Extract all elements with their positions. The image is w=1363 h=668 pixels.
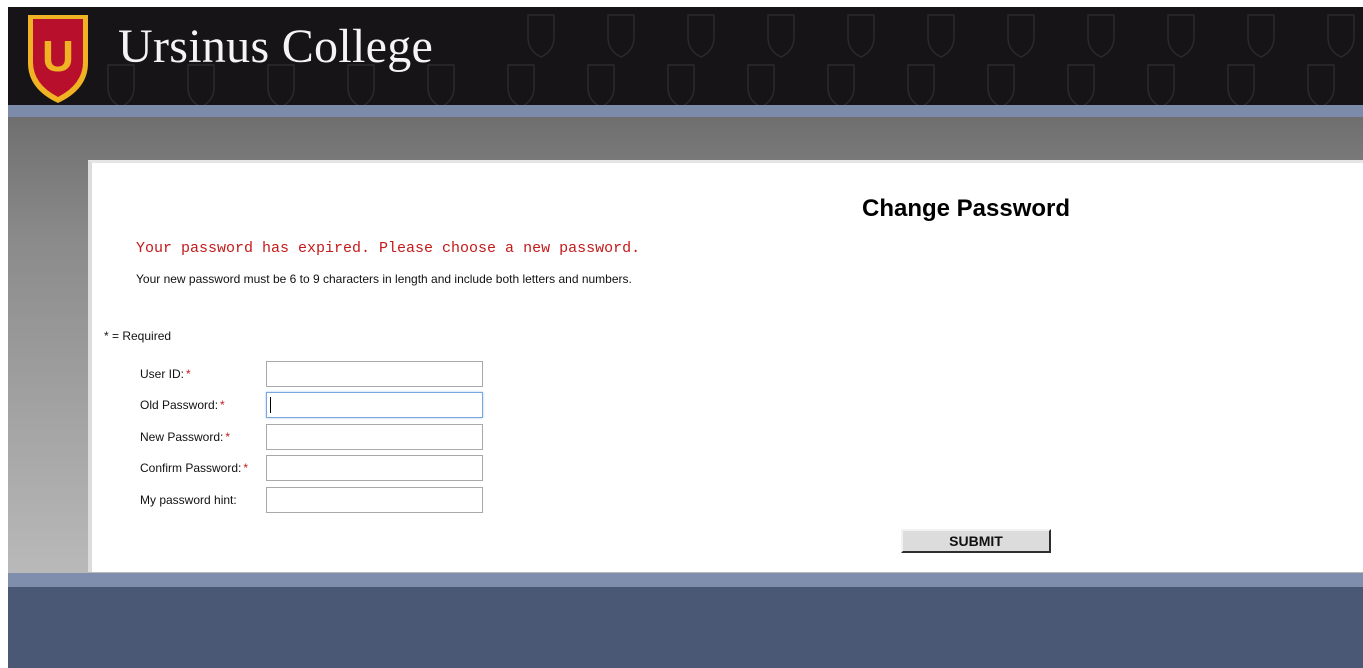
new-password-input[interactable] xyxy=(266,424,483,450)
college-shield-logo: U xyxy=(28,15,88,103)
user-id-label: User ID: * xyxy=(140,367,191,381)
site-header: U Ursinus College xyxy=(8,7,1363,105)
text-caret xyxy=(270,397,271,413)
footer-divider-band xyxy=(8,573,1363,587)
old-password-label: Old Password: * xyxy=(140,398,225,412)
password-hint-input[interactable] xyxy=(266,487,483,513)
required-star: * xyxy=(225,430,231,444)
password-hint-label: My password hint: xyxy=(140,493,237,507)
site-footer xyxy=(8,587,1363,668)
old-password-input[interactable] xyxy=(266,392,483,418)
expired-password-message: Your password has expired. Please choose… xyxy=(136,240,641,257)
new-password-label: New Password: * xyxy=(140,430,231,444)
submit-button[interactable]: SUBMIT xyxy=(901,529,1051,553)
required-fields-note: * = Required xyxy=(104,329,172,343)
page-title: Change Password xyxy=(862,195,1071,222)
password-rules-message: Your new password must be 6 to 9 charact… xyxy=(136,272,632,286)
required-star: * xyxy=(243,461,249,475)
required-star: * xyxy=(220,398,225,412)
college-name: Ursinus College xyxy=(118,20,434,73)
confirm-password-label: Confirm Password: * xyxy=(140,461,249,475)
header-divider-band xyxy=(8,105,1363,117)
required-star: * xyxy=(186,367,191,381)
confirm-password-input[interactable] xyxy=(266,455,483,481)
logo-letter: U xyxy=(42,32,74,81)
user-id-input[interactable] xyxy=(266,361,483,387)
